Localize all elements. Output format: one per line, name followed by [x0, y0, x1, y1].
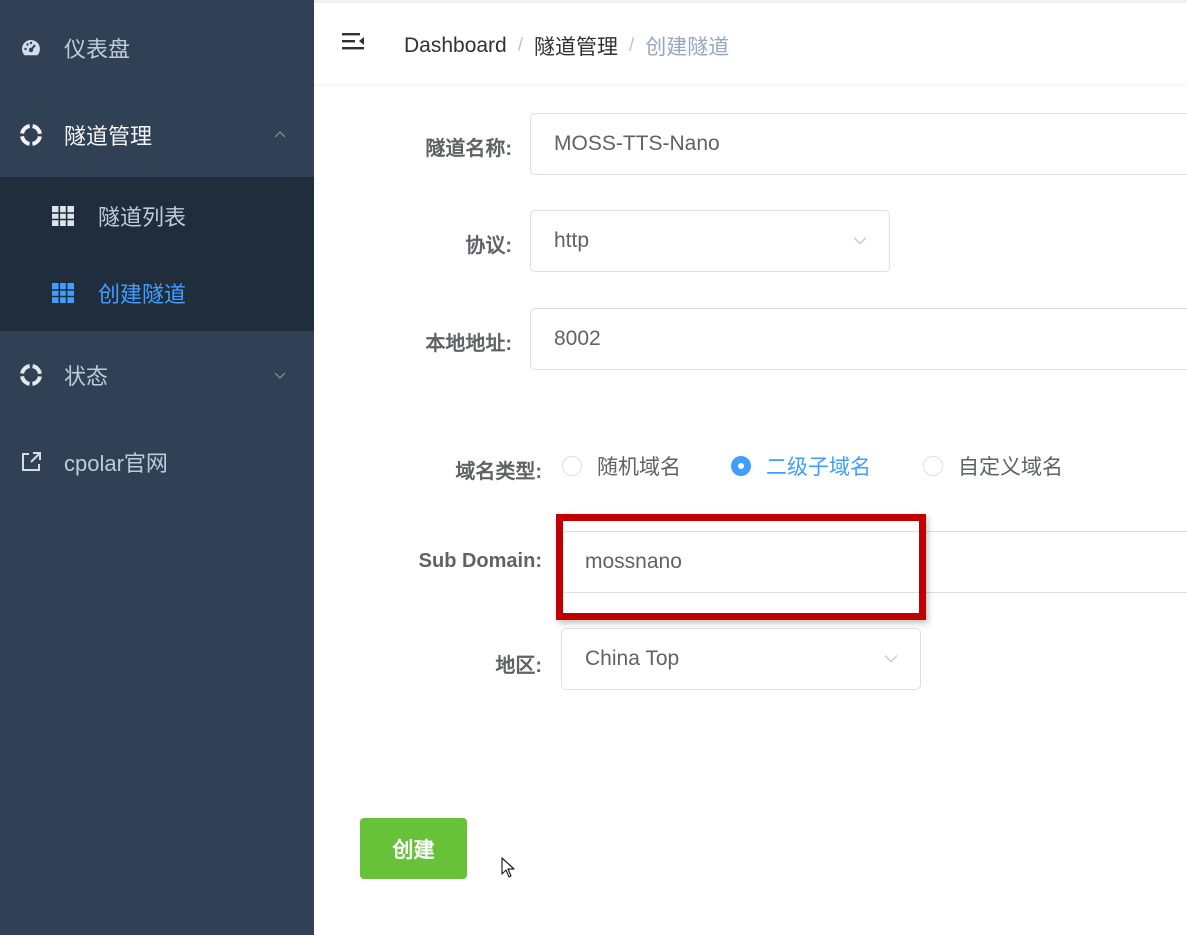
radio-circle	[562, 456, 582, 476]
grid-table-icon	[52, 205, 74, 227]
subdomain-input[interactable]: mossnano	[561, 531, 1187, 593]
chevron-down-icon	[884, 655, 898, 663]
chevron-down-icon	[853, 237, 867, 245]
radio-label: 二级子域名	[766, 456, 871, 479]
sidebar-item-label: 创建隧道	[98, 281, 187, 307]
protocol-label: 协议:	[465, 235, 512, 257]
sidebar-item-cpolar-website[interactable]: cpolar官网	[0, 419, 314, 505]
protocol-select[interactable]: http	[530, 210, 890, 272]
local-address-input[interactable]: 8002	[530, 308, 1187, 370]
subdomain-label: Sub Domain:	[418, 550, 542, 572]
local-address-label: 本地地址:	[425, 333, 512, 355]
radio-subdomain[interactable]: 二级子域名	[731, 451, 871, 481]
radio-random-domain[interactable]: 随机域名	[562, 451, 681, 481]
sidebar-item-label: 隧道管理	[64, 124, 153, 149]
top-navbar: Dashboard / 隧道管理 / 创建隧道	[314, 0, 1187, 84]
breadcrumb-separator: /	[517, 35, 524, 56]
protocol-value: http	[554, 229, 590, 252]
radio-label: 自定义域名	[958, 456, 1063, 479]
domain-type-label: 域名类型:	[455, 461, 542, 483]
sidebar-item-label: 状态	[64, 364, 109, 389]
breadcrumb-item-dashboard[interactable]: Dashboard	[404, 34, 507, 58]
sidebar: 仪表盘 隧道管理 隧道列表 创建隧道 状态 cpolar官网	[0, 0, 314, 935]
tunnel-name-value: MOSS-TTS-Nano	[554, 132, 720, 155]
sidebar-item-tunnel-management[interactable]: 隧道管理	[0, 92, 314, 178]
submenu-tunnel: 隧道列表 创建隧道	[0, 177, 314, 331]
breadcrumb-separator: /	[629, 35, 635, 56]
region-value: China Top	[585, 647, 680, 670]
sidebar-item-label: 隧道列表	[98, 204, 187, 230]
create-button[interactable]: 创建	[360, 818, 467, 879]
breadcrumb-item-current: 创建隧道	[645, 36, 730, 59]
chevron-up-icon	[274, 131, 286, 138]
sidebar-item-dashboard[interactable]: 仪表盘	[0, 5, 314, 91]
radio-circle	[923, 456, 943, 476]
sidebar-item-label: cpolar官网	[64, 451, 168, 476]
hamburger-menu-icon[interactable]	[340, 29, 366, 55]
sidebar-item-tunnel-list[interactable]: 隧道列表	[0, 177, 314, 254]
dashboard-gauge-icon	[20, 37, 42, 59]
grid-table-icon	[52, 282, 74, 304]
subdomain-value: mossnano	[585, 550, 682, 573]
sidebar-item-create-tunnel[interactable]: 创建隧道	[0, 254, 314, 331]
mouse-cursor-icon	[501, 857, 515, 878]
lifebuoy-icon	[20, 124, 42, 146]
lifebuoy-icon	[20, 364, 42, 386]
sidebar-item-label: 仪表盘	[64, 37, 131, 62]
chevron-down-icon	[274, 372, 286, 379]
radio-label: 随机域名	[597, 456, 681, 479]
radio-custom-domain[interactable]: 自定义域名	[923, 451, 1063, 481]
sidebar-item-status[interactable]: 状态	[0, 332, 314, 418]
external-link-icon	[20, 451, 42, 473]
region-select[interactable]: China Top	[561, 628, 921, 690]
create-button-label: 创建	[392, 838, 435, 862]
local-address-value: 8002	[554, 327, 601, 350]
tunnel-name-label: 隧道名称:	[425, 138, 512, 160]
region-label: 地区:	[495, 655, 542, 677]
breadcrumb: Dashboard / 隧道管理 / 创建隧道	[404, 31, 729, 61]
breadcrumb-item-tunnel-management[interactable]: 隧道管理	[534, 31, 618, 61]
tunnel-name-input[interactable]: MOSS-TTS-Nano	[530, 113, 1187, 175]
radio-circle-checked	[731, 456, 751, 476]
